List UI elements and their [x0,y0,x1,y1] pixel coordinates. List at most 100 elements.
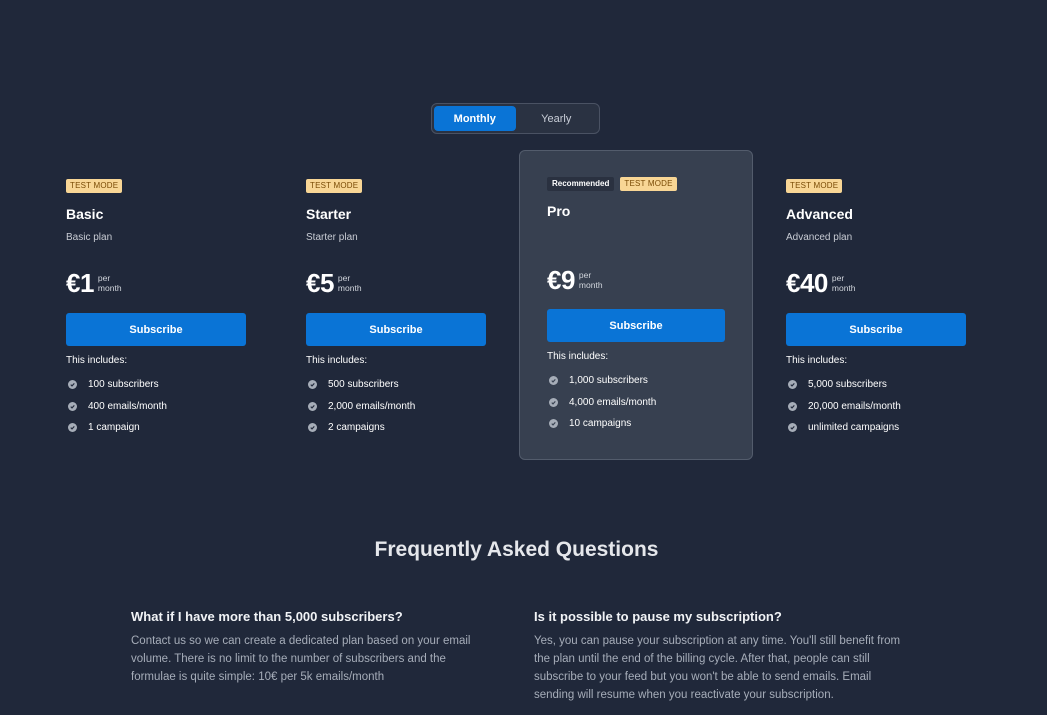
check-circle-icon [549,376,558,386]
plan-badges: TEST MODE [66,179,300,193]
feature-text: 500 subscribers [328,379,399,391]
plan-price-row: €9 per month [547,265,725,295]
plan-card-pro: Recommended TEST MODE Pro €9 per month S… [519,150,753,460]
test-mode-badge: TEST MODE [620,177,677,191]
recommended-badge: Recommended [547,177,615,191]
plan-badges: TEST MODE [306,179,540,193]
per-label: per [337,273,351,283]
billing-period-toggle: Monthly Yearly [431,103,600,134]
check-circle-icon [308,401,317,411]
plan-description: Advanced plan [786,232,853,243]
feature-list: 1,000 subscribers 4,000 emails/month 10 … [547,370,725,435]
plan-price-period: per month [338,273,362,293]
plan-description: Basic plan [66,232,113,243]
month-label: month [337,283,362,293]
faq-item: Is it possible to pause my subscription?… [534,609,904,704]
plan-name: Basic [66,206,104,222]
feature-text: 1,000 subscribers [569,375,648,387]
feature-text: 20,000 emails/month [808,400,901,412]
feature-item: 100 subscribers [66,374,300,396]
plan-price-row: €1 per month [66,268,300,298]
month-label: month [97,283,122,293]
faq-title: Frequently Asked Questions [374,538,659,561]
check-circle-icon [788,423,797,433]
feature-list: 5,000 subscribers 20,000 emails/month un… [786,374,1020,439]
faq-answer: Contact us so we can create a dedicated … [131,635,471,683]
plan-name: Advanced [786,206,853,222]
check-circle-icon [788,401,797,411]
per-label: per [831,273,845,283]
plan-badges: Recommended TEST MODE [547,177,725,191]
plan-card-starter: TEST MODE Starter Starter plan €5 per mo… [306,179,540,439]
check-circle-icon [68,380,77,390]
feature-text: 1 campaign [88,422,140,434]
check-circle-icon [68,401,77,411]
includes-label: This includes: [547,351,609,362]
per-label: per [578,270,592,280]
test-mode-badge: TEST MODE [306,179,363,193]
plan-description: Starter plan [306,232,358,243]
plan-price-row: €5 per month [306,268,540,298]
plan-badges: TEST MODE [786,179,1020,193]
check-circle-icon [549,419,558,429]
feature-item: 500 subscribers [306,374,540,396]
feature-list: 100 subscribers 400 emails/month 1 campa… [66,374,300,439]
feature-item: 4,000 emails/month [547,392,725,414]
plan-description [547,230,725,242]
month-label: month [831,283,856,293]
includes-label: This includes: [786,355,848,366]
plan-card-advanced: TEST MODE Advanced Advanced plan €40 per… [786,179,1020,439]
feature-item: 1,000 subscribers [547,370,725,392]
plan-price: €9 [547,264,575,295]
monthly-toggle-button[interactable]: Monthly [434,106,516,131]
check-circle-icon [308,380,317,390]
feature-text: 2 campaigns [328,422,385,434]
feature-text: unlimited campaigns [808,422,900,434]
check-circle-icon [549,397,558,407]
subscribe-button-basic[interactable]: Subscribe [66,313,246,346]
faq-question: Is it possible to pause my subscription? [534,609,782,624]
feature-item: unlimited campaigns [786,417,1020,439]
feature-text: 5,000 subscribers [808,379,887,391]
plan-price: €5 [306,267,334,298]
test-mode-badge: TEST MODE [786,179,843,193]
faq-answer: Yes, you can pause your subscription at … [534,635,901,701]
feature-text: 100 subscribers [88,379,159,391]
faq-item: What if I have more than 5,000 subscribe… [131,609,501,686]
subscribe-button-pro[interactable]: Subscribe [547,309,725,342]
pricing-page: Monthly Yearly TEST MODE Basic Basic pla… [0,0,1047,715]
feature-item: 2 campaigns [306,417,540,439]
feature-text: 10 campaigns [569,418,632,430]
month-label: month [578,280,603,290]
plan-price-row: €40 per month [786,268,1020,298]
subscribe-button-starter[interactable]: Subscribe [306,313,486,346]
yearly-toggle-button[interactable]: Yearly [516,106,598,131]
includes-label: This includes: [66,355,128,366]
check-circle-icon [308,423,317,433]
feature-item: 5,000 subscribers [786,374,1020,396]
plan-price: €1 [66,267,94,298]
includes-label: This includes: [306,355,368,366]
feature-text: 2,000 emails/month [328,400,416,412]
check-circle-icon [68,423,77,433]
feature-text: 400 emails/month [88,400,167,412]
faq-question: What if I have more than 5,000 subscribe… [131,609,403,624]
check-circle-icon [788,380,797,390]
plan-card-basic: TEST MODE Basic Basic plan €1 per month … [66,179,300,439]
plan-price-period: per month [832,273,856,293]
feature-item: 400 emails/month [66,396,300,418]
plan-price: €40 [786,267,828,298]
plan-name: Starter [306,206,352,222]
test-mode-badge: TEST MODE [66,179,123,193]
feature-list: 500 subscribers 2,000 emails/month 2 cam… [306,374,540,439]
plan-name: Pro [547,203,571,219]
feature-item: 1 campaign [66,417,300,439]
per-label: per [97,273,111,283]
feature-item: 10 campaigns [547,413,725,435]
feature-item: 2,000 emails/month [306,396,540,418]
plan-price-period: per month [98,273,122,293]
feature-text: 4,000 emails/month [569,396,657,408]
feature-item: 20,000 emails/month [786,396,1020,418]
plan-price-period: per month [579,270,603,290]
subscribe-button-advanced[interactable]: Subscribe [786,313,966,346]
